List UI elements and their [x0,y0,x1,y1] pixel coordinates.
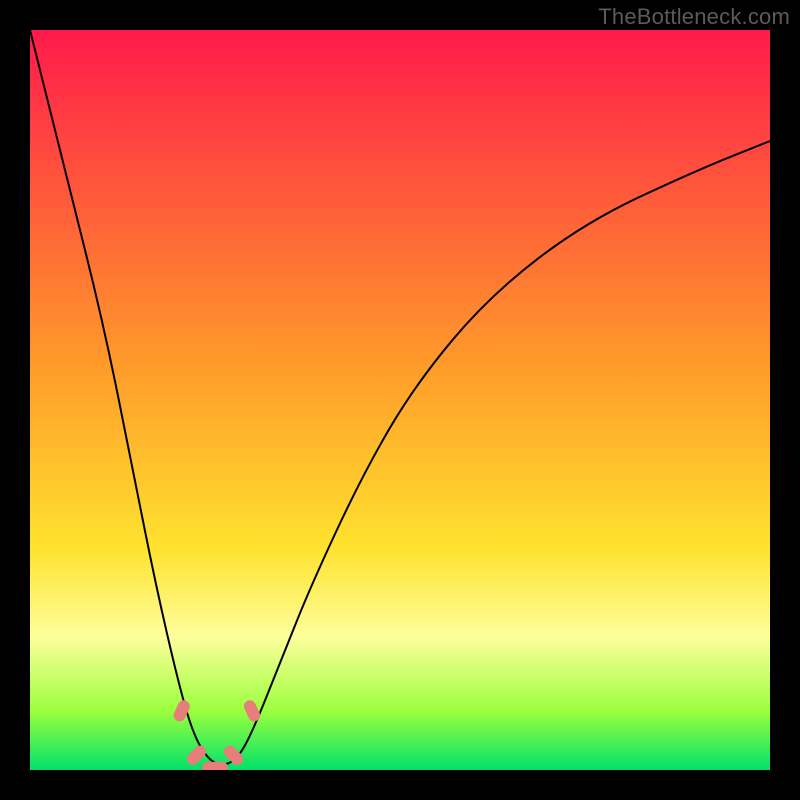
plot-area [30,30,770,770]
chart-frame: TheBottleneck.com [0,0,800,800]
bottleneck-curve [30,30,770,770]
curve-marker [202,762,228,770]
curve-marker [242,698,262,723]
watermark-text: TheBottleneck.com [598,4,790,30]
